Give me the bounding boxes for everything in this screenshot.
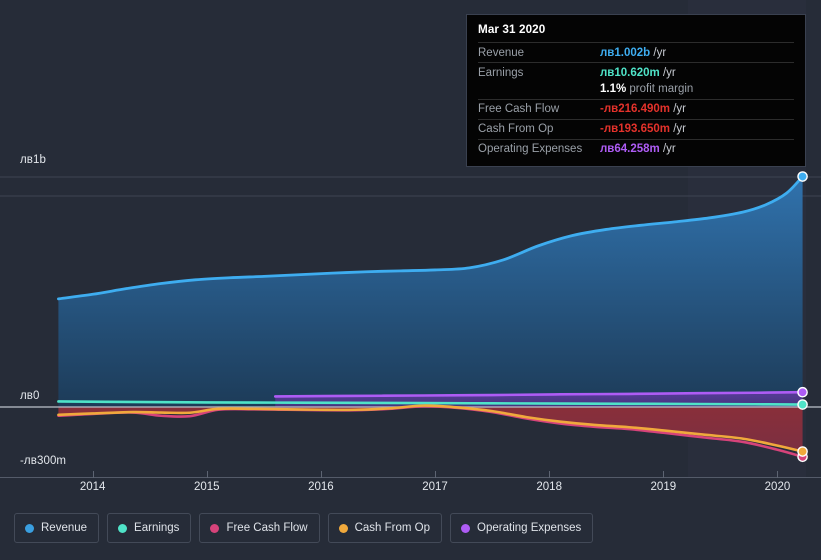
x-tick-mark: [435, 471, 437, 478]
tooltip-row-value: лв10.620m /yr: [600, 66, 676, 79]
chart-page: лв1b лв0 -лв300m 2014 2015 2016 2017 2018 201…: [0, 0, 821, 560]
legend-color-dot-icon: [338, 523, 348, 533]
x-tick-mark: [549, 471, 551, 478]
tooltip-row-value: -лв216.490m /yr: [600, 103, 686, 115]
chart-legend: Revenue Earnings Free Cash Flow Cash From O…: [14, 513, 594, 543]
x-tick-label: 2014: [79, 481, 106, 493]
x-tick-label: 2018: [536, 481, 562, 493]
x-axis-line: [0, 477, 821, 478]
legend-color-dot-icon: [461, 523, 471, 533]
tooltip-date: Mar 31 2020: [478, 23, 546, 36]
x-tick-label: 2019: [650, 481, 677, 493]
legend-item-operating-expenses[interactable]: Operating Expenses: [450, 513, 594, 543]
legend-item-cash-from-op[interactable]: Cash From Op: [327, 513, 443, 543]
chart-tooltip: Mar 31 2020 Revenue лв1.002b /yr Earnings л…: [466, 14, 806, 167]
y-axis-label-zero: лв0: [18, 390, 43, 402]
legend-color-dot-icon: [118, 523, 128, 533]
legend-color-dot-icon: [210, 523, 220, 533]
tooltip-profit-margin-row: 1.1% profit margin: [478, 82, 794, 99]
tooltip-row-label: Cash From Op: [478, 123, 554, 135]
tooltip-row-value: -лв193.650m /yr: [600, 123, 686, 135]
x-tick-mark: [777, 471, 779, 478]
tooltip-row: Revenue лв1.002b /yr: [478, 42, 794, 62]
tooltip-row: Earnings лв10.620m /yr: [478, 62, 794, 82]
x-tick-label: 2017: [422, 481, 448, 493]
legend-item-revenue[interactable]: Revenue: [14, 513, 100, 543]
legend-item-label: Free Cash Flow: [226, 522, 308, 534]
profit-margin-value: 1.1%: [600, 83, 627, 95]
legend-color-dot-icon: [25, 523, 34, 533]
legend-item-earnings[interactable]: Earnings: [107, 513, 192, 543]
tooltip-rows: Revenue лв1.002b /yr Earnings лв10.620m /yr…: [478, 42, 794, 159]
x-tick-mark: [320, 471, 322, 478]
tooltip-row: Operating Expenses лв64.258m /yr: [478, 138, 794, 159]
tooltip-row-label: Earnings: [478, 66, 524, 79]
tooltip-row-label: Operating Expenses: [478, 143, 583, 155]
tooltip-row-label: Revenue: [478, 46, 525, 59]
legend-item-label: Earnings: [134, 522, 180, 534]
tooltip-row-label: Free Cash Flow: [478, 103, 560, 115]
x-tick-mark: [92, 471, 94, 478]
legend-item-free-cash-flow[interactable]: Free Cash Flow: [199, 513, 320, 543]
y-axis-label-top: лв1b: [18, 154, 50, 166]
legend-item-label: Cash From Op: [354, 522, 431, 534]
x-tick-mark: [663, 471, 665, 478]
profit-margin-label: profit margin: [626, 83, 694, 95]
y-axis-label-bottom: -лв300m: [18, 455, 70, 467]
x-tick-mark: [206, 471, 208, 478]
tooltip-row: Cash From Op -лв193.650m /yr: [478, 118, 794, 139]
x-tick-label: 2016: [308, 481, 334, 493]
x-tick-label: 2015: [193, 481, 220, 493]
tooltip-row-value: лв64.258m /yr: [600, 143, 676, 155]
tooltip-row-value: лв1.002b /yr: [600, 46, 667, 59]
tooltip-row: Free Cash Flow -лв216.490m /yr: [478, 98, 794, 119]
x-tick-label: 2020: [764, 481, 791, 493]
legend-item-label: Operating Expenses: [477, 522, 582, 534]
legend-item-label: Revenue: [41, 522, 88, 534]
